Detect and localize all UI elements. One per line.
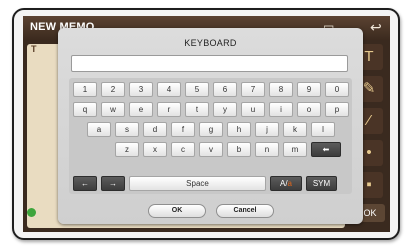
symbol-key[interactable]: SYM (306, 176, 337, 191)
keyboard-text-input[interactable] (71, 55, 348, 72)
key-l[interactable]: l (311, 122, 335, 137)
key-s[interactable]: s (115, 122, 139, 137)
key-x[interactable]: x (143, 142, 167, 157)
key-i[interactable]: i (269, 102, 293, 117)
memo-text: T (31, 44, 37, 54)
cancel-button[interactable]: Cancel (216, 204, 274, 218)
key-b[interactable]: b (227, 142, 251, 157)
cursor-right-key[interactable]: → (101, 176, 125, 191)
key-1[interactable]: 1 (73, 82, 97, 97)
key-5[interactable]: 5 (185, 82, 209, 97)
ok-button[interactable]: OK (148, 204, 206, 218)
key-2[interactable]: 2 (101, 82, 125, 97)
key-a[interactable]: a (87, 122, 111, 137)
key-o[interactable]: o (297, 102, 321, 117)
status-indicator-icon (27, 208, 36, 217)
key-t[interactable]: t (185, 102, 209, 117)
case-toggle-key[interactable]: A/a (270, 176, 302, 191)
key-j[interactable]: j (255, 122, 279, 137)
key-d[interactable]: d (143, 122, 167, 137)
key-9[interactable]: 9 (297, 82, 321, 97)
key-w[interactable]: w (101, 102, 125, 117)
key-4[interactable]: 4 (157, 82, 181, 97)
space-key[interactable]: Space (129, 176, 266, 191)
key-area: 1 2 3 4 5 6 7 8 9 0 q w e r t y u i o p a s d f g h j k l z x c v b n m ⬅ ← … (69, 78, 352, 194)
key-u[interactable]: u (241, 102, 265, 117)
keyboard-dialog: KEYBOARD 1234567890 qwertyuiop asdfghjkl zx… (58, 28, 363, 224)
key-m[interactable]: m (283, 142, 307, 157)
key-8[interactable]: 8 (269, 82, 293, 97)
key-n[interactable]: n (255, 142, 279, 157)
key-z[interactable]: z (115, 142, 139, 157)
key-h[interactable]: h (227, 122, 251, 137)
key-f[interactable]: f (171, 122, 195, 137)
key-0[interactable]: 0 (325, 82, 349, 97)
cursor-left-key[interactable]: ← (73, 176, 97, 191)
key-k[interactable]: k (283, 122, 307, 137)
backspace-icon[interactable]: ⬅ (311, 142, 341, 157)
keyboard-title: KEYBOARD (184, 38, 237, 48)
key-6[interactable]: 6 (213, 82, 237, 97)
back-arrow-icon[interactable]: ↩ (370, 19, 382, 36)
key-g[interactable]: g (199, 122, 223, 137)
key-r[interactable]: r (157, 102, 181, 117)
key-y[interactable]: y (213, 102, 237, 117)
key-v[interactable]: v (199, 142, 223, 157)
key-3[interactable]: 3 (129, 82, 153, 97)
key-p[interactable]: p (325, 102, 349, 117)
key-c[interactable]: c (171, 142, 195, 157)
key-e[interactable]: e (129, 102, 153, 117)
key-7[interactable]: 7 (241, 82, 265, 97)
key-q[interactable]: q (73, 102, 97, 117)
